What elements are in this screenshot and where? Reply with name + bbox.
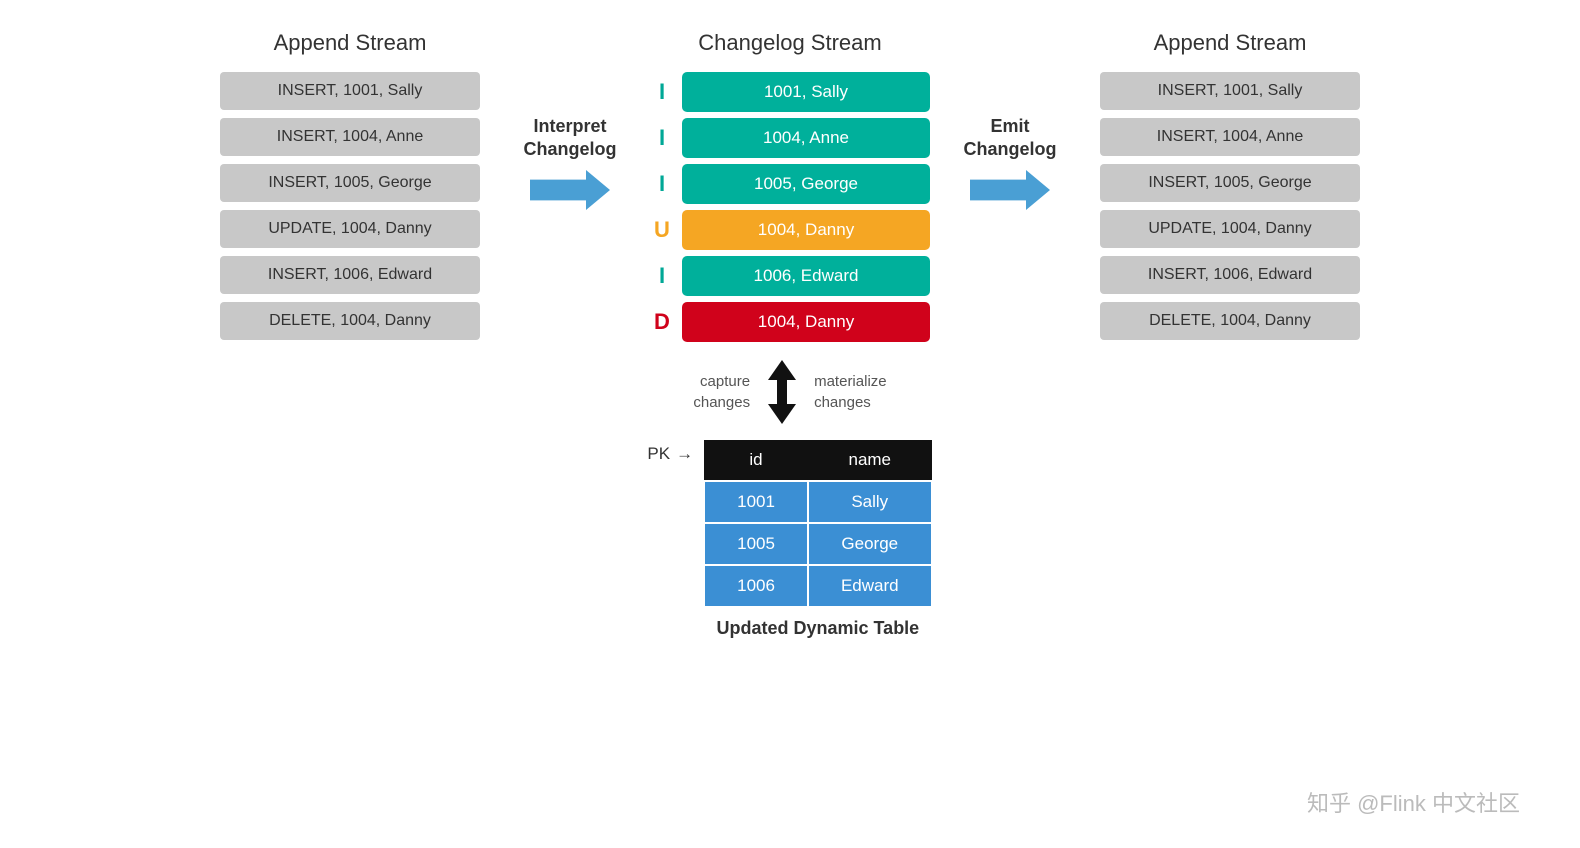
table-cell-id-0: 1001 [704,481,808,523]
change-type-1: I [650,125,674,151]
changelog-row-4: I 1006, Edward [650,256,930,296]
change-type-3: U [650,217,674,243]
right-column-title: Append Stream [1154,30,1307,56]
vertical-arrow-area: capturechanges materializechanges [693,360,886,424]
left-row-0: INSERT, 1001, Sally [220,72,480,110]
changelog-row-0: I 1001, Sally [650,72,930,112]
diagram-container: Append Stream INSERT, 1001, Sally INSERT… [0,0,1580,848]
right-row-3: UPDATE, 1004, Danny [1100,210,1360,248]
right-row-5: DELETE, 1004, Danny [1100,302,1360,340]
change-box-2: 1005, George [682,164,930,204]
right-row-0: INSERT, 1001, Sally [1100,72,1360,110]
left-column-title: Append Stream [274,30,427,56]
right-row-4: INSERT, 1006, Edward [1100,256,1360,294]
left-row-4: INSERT, 1006, Edward [220,256,480,294]
materialize-changes-label: materializechanges [814,371,887,413]
change-box-5: 1004, Danny [682,302,930,342]
changelog-row-5: D 1004, Danny [650,302,930,342]
table-cell-name-0: Sally [808,481,932,523]
change-box-4: 1006, Edward [682,256,930,296]
vertical-double-arrow-icon [760,360,804,424]
change-box-0: 1001, Sally [682,72,930,112]
emit-changelog-arrow-area: EmitChangelog [945,115,1075,212]
changelog-row-3: U 1004, Danny [650,210,930,250]
dynamic-table-wrapper: id name 1001 Sally 1005 George [703,434,932,639]
bottom-center: capturechanges materializechanges PK → [647,360,932,639]
interpret-changelog-label: InterpretChangelog [524,115,617,162]
table-caption: Updated Dynamic Table [703,618,932,639]
changelog-stream: Changelog Stream I 1001, Sally I 1004, A… [635,30,945,342]
bottom-section: capturechanges materializechanges PK → [20,360,1560,639]
right-blue-arrow-icon [970,168,1050,212]
right-row-1: INSERT, 1004, Anne [1100,118,1360,156]
left-row-5: DELETE, 1004, Danny [220,302,480,340]
change-box-3: 1004, Danny [682,210,930,250]
dynamic-table: id name 1001 Sally 1005 George [703,440,932,608]
interpret-changelog-arrow-area: InterpretChangelog [505,115,635,212]
change-type-0: I [650,79,674,105]
left-blue-arrow-icon [530,168,610,212]
table-header-id: id [704,440,808,481]
change-type-2: I [650,171,674,197]
left-append-stream: Append Stream INSERT, 1001, Sally INSERT… [205,30,495,342]
table-row-2: 1006 Edward [704,565,931,607]
capture-changes-label: capturechanges [693,371,750,413]
change-type-4: I [650,263,674,289]
right-row-2: INSERT, 1005, George [1100,164,1360,202]
pk-row: PK → [647,444,693,464]
left-row-2: INSERT, 1005, George [220,164,480,202]
watermark: 知乎 @Flink 中文社区 [1307,786,1520,818]
changelog-row-1: I 1004, Anne [650,118,930,158]
change-box-1: 1004, Anne [682,118,930,158]
table-with-pk: PK → id name 1001 [647,434,932,639]
table-header-name: name [808,440,932,481]
center-column-title: Changelog Stream [698,30,881,56]
table-cell-id-2: 1006 [704,565,808,607]
pk-arrow-icon: → [676,444,693,464]
table-cell-name-1: George [808,523,932,565]
changelog-row-2: I 1005, George [650,164,930,204]
left-row-3: UPDATE, 1004, Danny [220,210,480,248]
right-append-stream: Append Stream INSERT, 1001, Sally INSERT… [1085,30,1375,342]
table-row-1: 1005 George [704,523,931,565]
change-type-5: D [650,309,674,335]
table-cell-id-1: 1005 [704,523,808,565]
top-columns-wrapper: Append Stream INSERT, 1001, Sally INSERT… [205,30,1375,342]
emit-changelog-label: EmitChangelog [964,115,1057,162]
left-row-1: INSERT, 1004, Anne [220,118,480,156]
table-cell-name-2: Edward [808,565,932,607]
pk-label-text: PK [647,444,670,464]
table-row-0: 1001 Sally [704,481,931,523]
